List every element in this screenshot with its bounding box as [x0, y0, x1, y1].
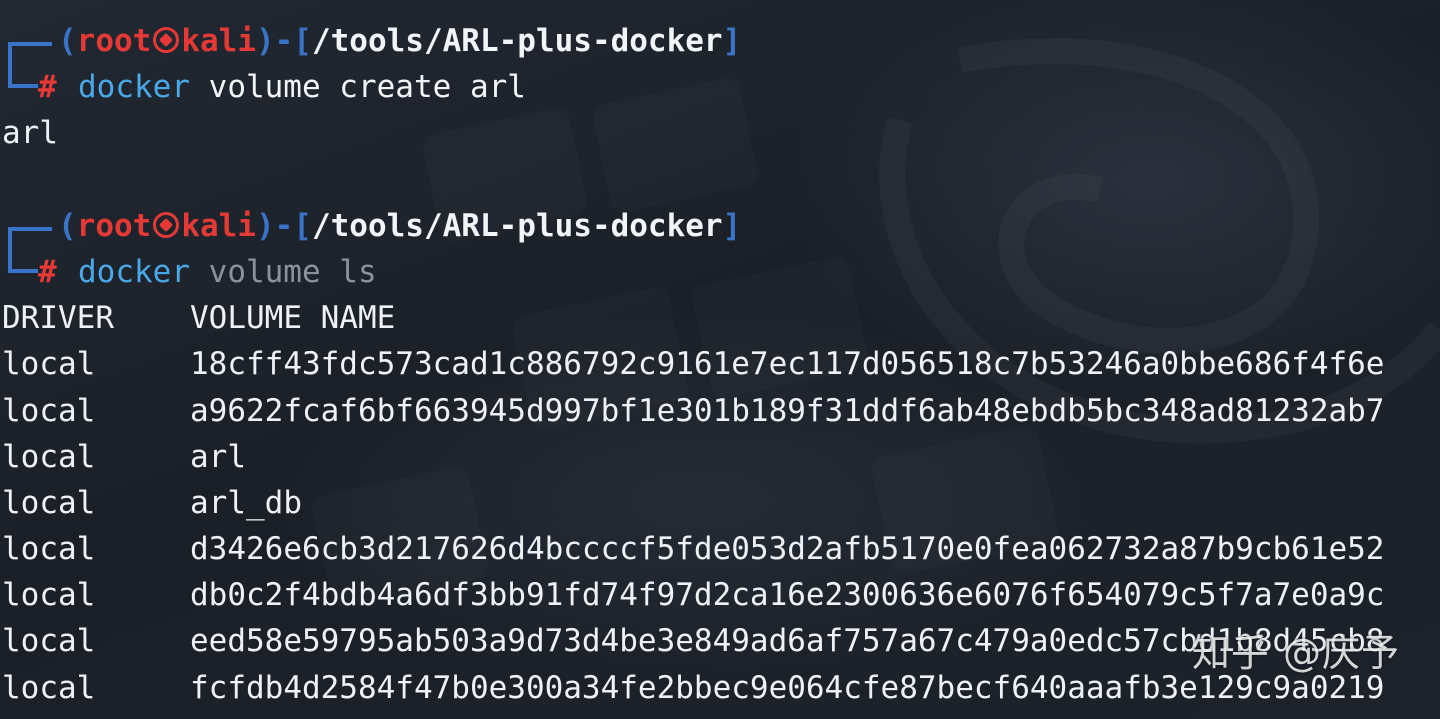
prompt-line: (root kali)-[/tools/ARL-plus-docker] [2, 18, 1440, 64]
table-header: DRIVER VOLUME NAME [2, 295, 1440, 341]
volume-name: d3426e6cb3d217626d4bccccf5fde053d2afb517… [190, 531, 1385, 568]
kali-skull-icon [153, 27, 180, 53]
command-line: # docker volume create arl [2, 64, 1440, 110]
header-volume-name: VOLUME NAME [190, 300, 396, 337]
root-prompt-hash: # [38, 69, 57, 106]
table-row: local a9622fcaf6bf663945d997bf1e301b189f3… [2, 392, 1385, 429]
prompt-path: /tools/ARL-plus-docker [311, 207, 723, 244]
root-prompt-hash: # [38, 253, 57, 290]
command-text: docker volume create arl [78, 69, 526, 106]
header-driver: DRIVER [2, 300, 114, 337]
table-row: local d3426e6cb3d217626d4bccccf5fde053d2a… [2, 531, 1385, 568]
prompt-text: (root kali)-[/tools/ARL-plus-docker] [58, 23, 742, 59]
zhihu-watermark: 知乎 @庆予 [1191, 631, 1400, 675]
table-row: local arl_db [2, 484, 302, 521]
volume-name: arl_db [190, 484, 302, 521]
kali-skull-icon [153, 211, 180, 238]
prompt-corner-bottom [8, 248, 38, 273]
prompt-path: /tools/ARL-plus-docker [311, 23, 723, 59]
volume-name: 18cff43fdc573cad1c886792c9161e7ec117d056… [190, 346, 1385, 383]
prompt-line: (root kali)-[/tools/ARL-plus-docker] [2, 203, 1440, 249]
command-line: # docker volume ls [2, 248, 1440, 295]
prompt-corner-bottom [8, 64, 38, 89]
volume-name: arl [190, 438, 246, 475]
volume-name: a9622fcaf6bf663945d997bf1e301b189f31ddf6… [190, 392, 1385, 429]
prompt-text: (root kali)-[/tools/ARL-plus-docker] [58, 207, 742, 244]
command-text: docker volume ls [78, 253, 377, 290]
prompt-corner-top [8, 226, 52, 249]
volume-name: db0c2f4bdb4a6df3bb91fd74f97d2ca16e230063… [190, 577, 1385, 614]
command-output-line: arl [2, 115, 58, 152]
table-row: local arl [2, 438, 246, 475]
terminal-window[interactable]: (root kali)-[/tools/ARL-plus-docker] # do… [0, 0, 1440, 719]
prompt-corner-top [8, 42, 52, 64]
table-row: local 18cff43fdc573cad1c886792c9161e7ec11… [2, 346, 1385, 383]
table-row: local db0c2f4bdb4a6df3bb91fd74f97d2ca16e2… [2, 577, 1385, 614]
terminal-output[interactable]: (root kali)-[/tools/ARL-plus-docker] # do… [2, 18, 1440, 711]
